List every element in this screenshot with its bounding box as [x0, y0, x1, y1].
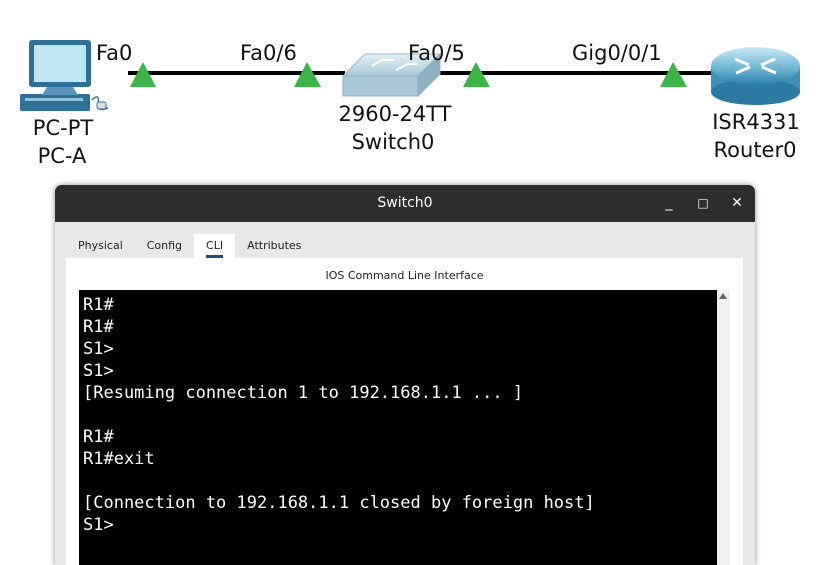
scroll-up-arrow-icon[interactable] [719, 293, 727, 299]
device-window: Switch0 _ □ ✕ Physical Config CLI Attrib… [55, 185, 755, 565]
terminal-line: R1# [83, 295, 114, 315]
minimize-button[interactable]: _ [659, 193, 679, 213]
terminal-line: [Connection to 192.168.1.1 closed by for… [83, 493, 595, 513]
cli-terminal[interactable]: R1# R1# S1> S1> [Resuming connection 1 t… [79, 290, 717, 565]
terminal-line: S1> [83, 515, 114, 535]
terminal-line: R1#exit [83, 449, 155, 469]
terminal-line: R1# [83, 317, 114, 337]
tab-attributes[interactable]: Attributes [235, 234, 313, 258]
tab-physical[interactable]: Physical [66, 234, 135, 258]
router-icon[interactable] [711, 47, 800, 105]
router-port-label: Gig0/0/1 [572, 41, 662, 65]
window-title: Switch0 [377, 195, 433, 211]
terminal-line: [Resuming connection 1 to 192.168.1.1 ..… [83, 383, 524, 403]
cli-heading: IOS Command Line Interface [325, 269, 484, 282]
terminal-line: S1> [83, 361, 114, 381]
router-name-label: Router0 [714, 138, 797, 162]
switch-port-to-pc-label: Fa0/6 [240, 41, 297, 65]
close-button[interactable]: ✕ [727, 193, 747, 213]
pc-name-label: PC-A [38, 144, 87, 168]
cli-panel: IOS Command Line Interface R1# R1# S1> S… [66, 258, 743, 565]
window-titlebar[interactable]: Switch0 _ □ ✕ [55, 185, 755, 222]
window-content: Physical Config CLI Attributes IOS Comma… [55, 222, 755, 565]
pc-model-label: PC-PT [33, 116, 94, 140]
pc-port-label: Fa0 [96, 41, 132, 65]
switch-name-label: Switch0 [352, 130, 435, 154]
tab-bar: Physical Config CLI Attributes [66, 234, 313, 258]
switch-port-to-router-label: Fa0/5 [408, 41, 465, 65]
network-topology: Fa0 Fa0/6 Fa0/5 Gig0/0/1 PC-PT PC-A 2960… [20, 40, 800, 168]
pc-icon[interactable] [20, 40, 109, 111]
terminal-line: R1# [83, 427, 114, 447]
terminal-line: S1> [83, 339, 114, 359]
tab-config[interactable]: Config [135, 234, 194, 258]
switch-model-label: 2960-24TT [338, 102, 451, 126]
terminal-scrollbar[interactable] [717, 290, 730, 565]
tab-cli[interactable]: CLI [194, 234, 236, 258]
maximize-button[interactable]: □ [693, 193, 713, 213]
router-model-label: ISR4331 [712, 110, 800, 134]
